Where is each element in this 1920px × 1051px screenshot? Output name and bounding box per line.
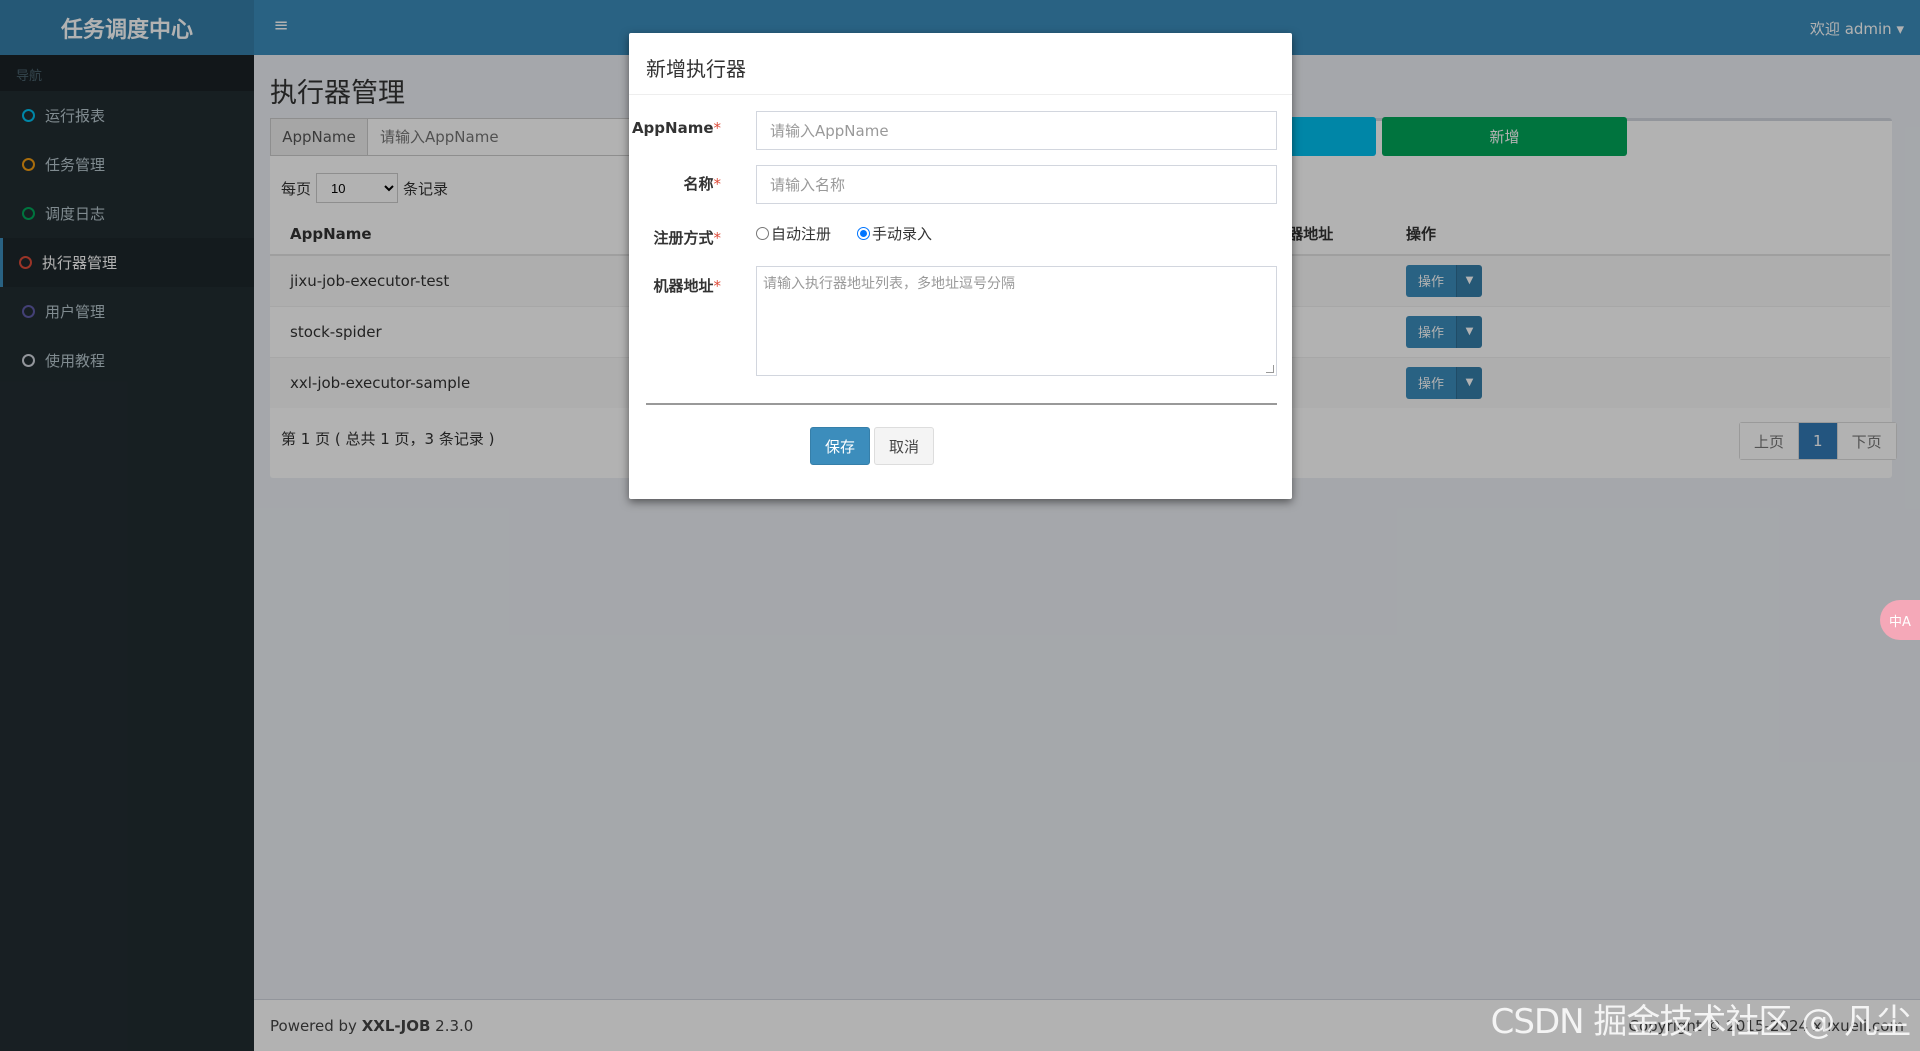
reg-label-text: 注册方式 [653,229,714,247]
resize-grip-icon[interactable] [1266,365,1274,373]
required-mark: * [713,119,722,137]
radio-manual-label: 手动录入 [872,225,933,243]
radio-checked-icon[interactable] [857,227,871,240]
appname-label-text: AppName [631,119,714,137]
add-executor-modal: 新增执行器 AppName* 请输入AppName 名称* 请输入名称 注册方式… [629,33,1292,499]
name-label: 名称* [629,173,721,194]
required-mark: * [713,277,722,295]
radio-unchecked-icon[interactable] [756,227,769,240]
registration-type-radios: 自动注册 手动录入 [756,223,958,244]
address-placeholder: 请输入执行器地址列表，多地址逗号分隔 [763,276,1015,292]
name-label-text: 名称 [683,175,714,193]
required-mark: * [713,175,722,193]
radio-auto-label: 自动注册 [771,225,832,243]
address-label: 机器地址* [629,275,721,296]
name-input[interactable]: 请输入名称 [756,165,1277,204]
watermark: CSDN 掘金技术社区 @ 凡尘 [1490,1002,1911,1042]
modal-title: 新增执行器 [646,57,746,81]
save-button[interactable]: 保存 [810,427,870,465]
translate-icon[interactable]: 中A [1880,600,1920,640]
addr-label-text: 机器地址 [653,277,714,295]
address-textarea[interactable]: 请输入执行器地址列表，多地址逗号分隔 [756,266,1277,376]
name-placeholder: 请输入名称 [770,176,846,194]
required-mark: * [713,229,722,247]
modal-form-divider [646,403,1277,405]
appname-label: AppName* [629,119,721,137]
radio-manual-entry[interactable]: 手动录入 [857,223,932,244]
modal-header-divider [629,94,1292,95]
cancel-button[interactable]: 取消 [874,427,934,465]
registration-type-label: 注册方式* [629,227,721,248]
appname-placeholder: 请输入AppName [770,122,889,140]
appname-input[interactable]: 请输入AppName [756,111,1277,150]
radio-auto-register[interactable]: 自动注册 [756,223,831,244]
